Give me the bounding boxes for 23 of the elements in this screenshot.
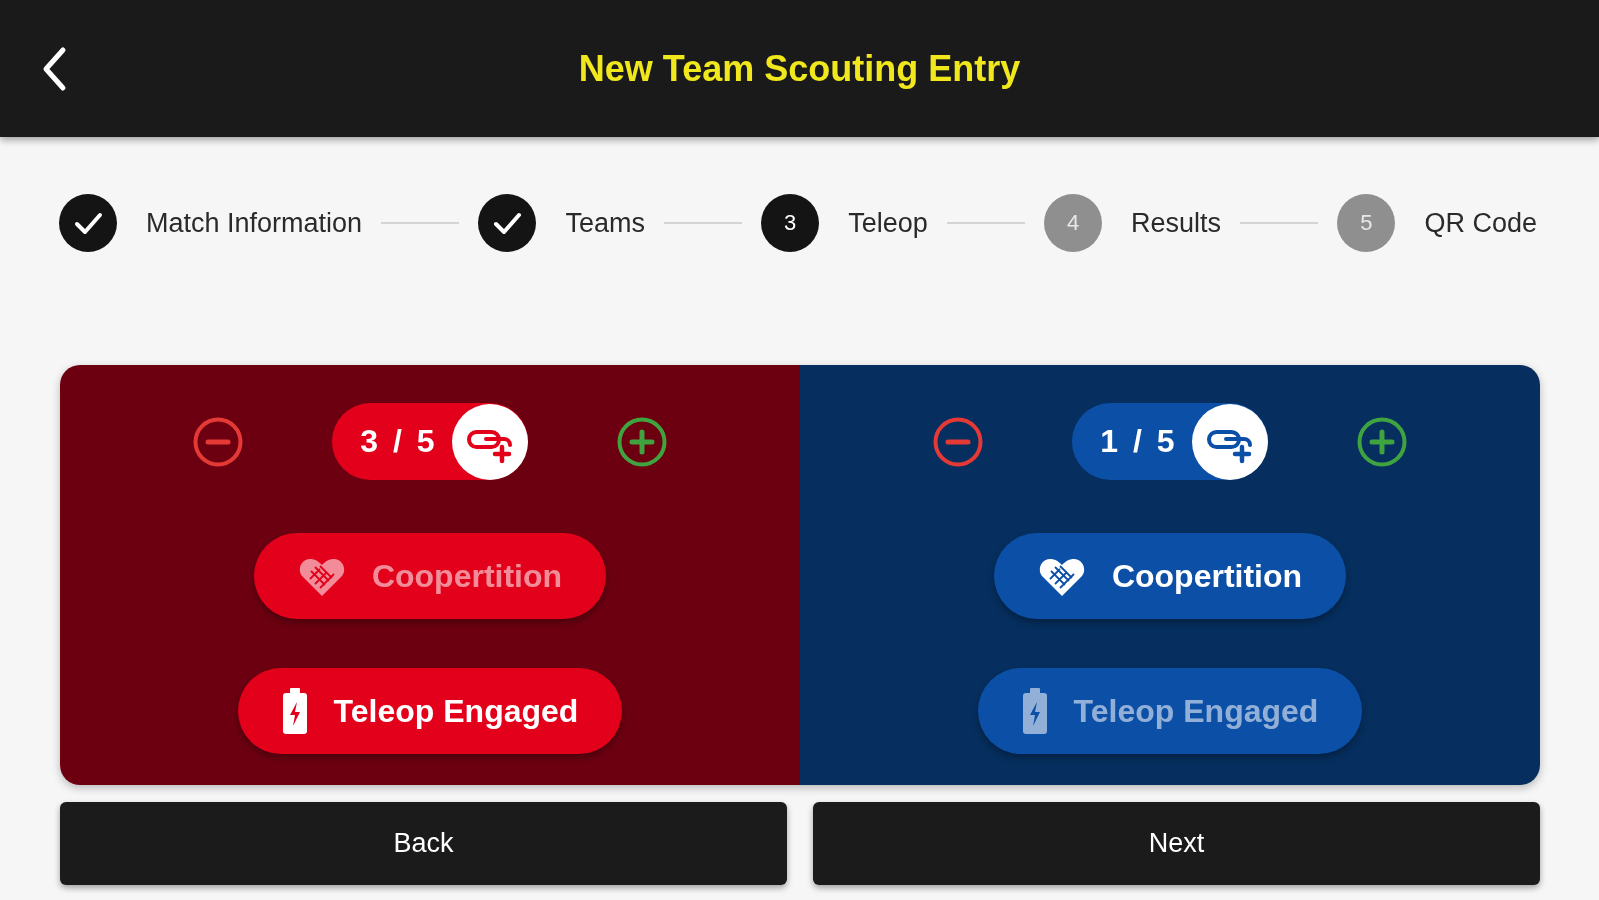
toggle-button[interactable]: Teleop Engaged (237, 668, 623, 754)
battery-bolt-icon (281, 688, 308, 734)
plus-circle-icon[interactable] (1356, 416, 1407, 467)
minus-circle-icon[interactable] (933, 416, 984, 467)
step-label: QR Code (1424, 207, 1537, 239)
link-plus-icon[interactable] (451, 403, 528, 480)
nav-button[interactable]: Back (60, 802, 787, 885)
link-plus-icon[interactable] (1191, 403, 1268, 480)
step-label: Results (1131, 207, 1222, 239)
toggle-button[interactable]: Coopertition (993, 533, 1347, 619)
counter-value: 3 / 5 (360, 423, 438, 460)
step-label: Match Information (146, 207, 363, 239)
screen-title: New Team Scouting Entry (578, 47, 1021, 90)
battery-bolt-icon (1021, 688, 1048, 734)
step-label: Teleop (848, 207, 928, 239)
minus-circle-icon[interactable] (193, 416, 244, 467)
counter-value: 1 / 5 (1100, 423, 1178, 460)
step-label: Teams (565, 207, 645, 239)
step-number: 4 (1044, 194, 1103, 252)
plus-circle-icon[interactable] (616, 416, 667, 467)
step-number: 5 (1337, 194, 1396, 252)
nav-button[interactable]: Next (813, 802, 1540, 885)
step-number: 3 (761, 194, 820, 252)
